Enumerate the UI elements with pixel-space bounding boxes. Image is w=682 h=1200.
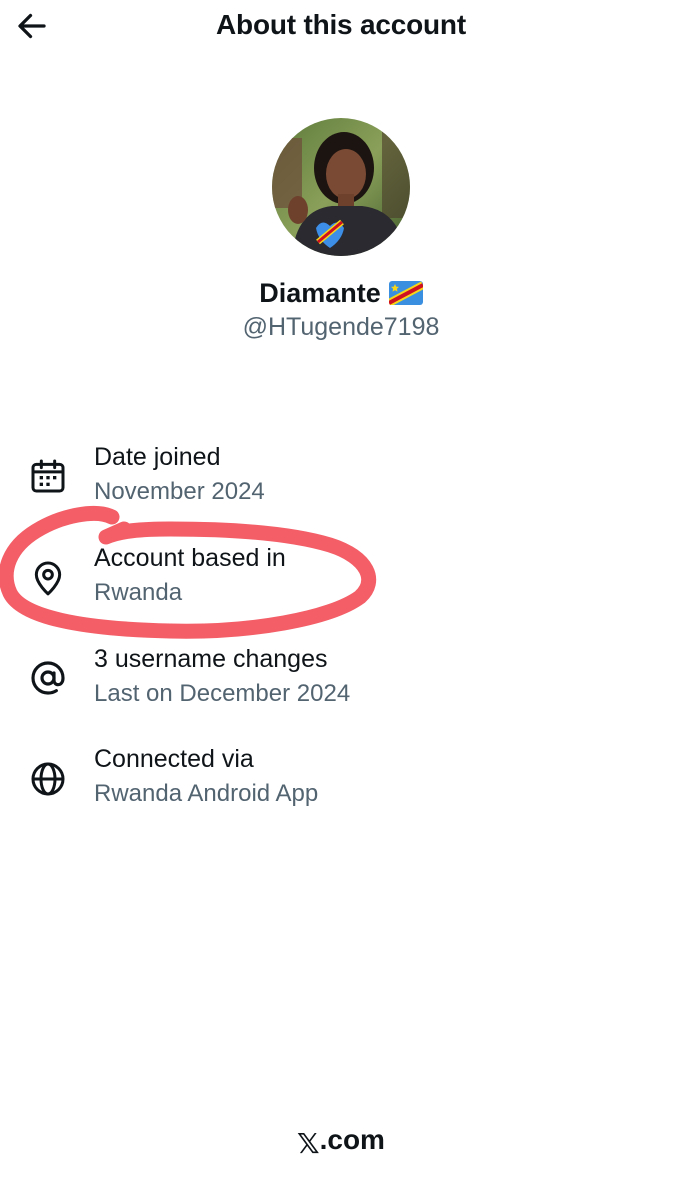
dr-congo-flag-icon xyxy=(386,281,425,312)
info-label: 3 username changes xyxy=(94,645,328,673)
info-item-connected-via: Connected via Rwanda Android App xyxy=(0,745,682,835)
avatar[interactable] xyxy=(272,118,410,256)
x-logo-icon: 𝕏 xyxy=(297,1128,320,1159)
display-name-row: Diamante xyxy=(0,278,682,312)
profile-photo xyxy=(272,118,410,256)
location-pin-icon xyxy=(28,558,68,598)
header: About this account xyxy=(0,0,682,56)
info-value: November 2024 xyxy=(94,478,265,505)
info-value: Rwanda xyxy=(94,579,183,606)
footer-domain-suffix: .com xyxy=(319,1124,385,1155)
page-title: About this account xyxy=(216,9,466,40)
info-label: Date joined xyxy=(94,443,221,471)
info-value: Rwanda Android App xyxy=(94,780,319,807)
calendar-icon xyxy=(28,456,68,496)
info-item-account-based-in: Account based in Rwanda xyxy=(0,544,682,634)
footer-brand: 𝕏.com xyxy=(0,1124,682,1160)
info-label: Account based in xyxy=(94,544,286,572)
info-value: Last on December 2024 xyxy=(94,680,351,707)
info-item-date-joined: Date joined November 2024 xyxy=(0,443,682,533)
username-handle: @HTugende7198 xyxy=(242,313,440,341)
info-label: Connected via xyxy=(94,745,254,773)
info-item-username-changes: 3 username changes Last on December 2024 xyxy=(0,645,682,735)
display-name: Diamante xyxy=(259,278,381,308)
globe-icon xyxy=(28,759,68,799)
at-sign-icon xyxy=(28,658,68,698)
